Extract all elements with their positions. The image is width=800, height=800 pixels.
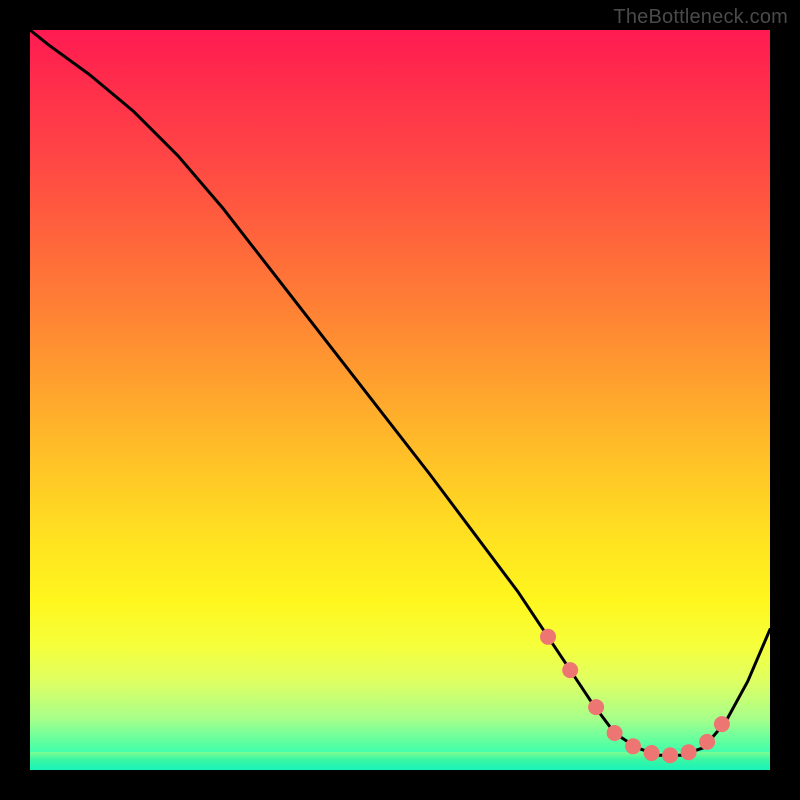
marker-point — [681, 744, 697, 760]
marker-point — [625, 738, 641, 754]
marker-point — [540, 629, 556, 645]
bottleneck-curve — [30, 30, 770, 755]
chart-frame: TheBottleneck.com — [0, 0, 800, 800]
marker-point — [588, 699, 604, 715]
plot-area — [30, 30, 770, 770]
marker-point — [562, 662, 578, 678]
marker-point — [714, 716, 730, 732]
marker-point — [699, 734, 715, 750]
curve-layer — [30, 30, 770, 770]
marker-point — [644, 745, 660, 761]
watermark-text: TheBottleneck.com — [613, 6, 788, 29]
marker-point — [662, 747, 678, 763]
curve-markers — [540, 629, 730, 763]
marker-point — [607, 725, 623, 741]
